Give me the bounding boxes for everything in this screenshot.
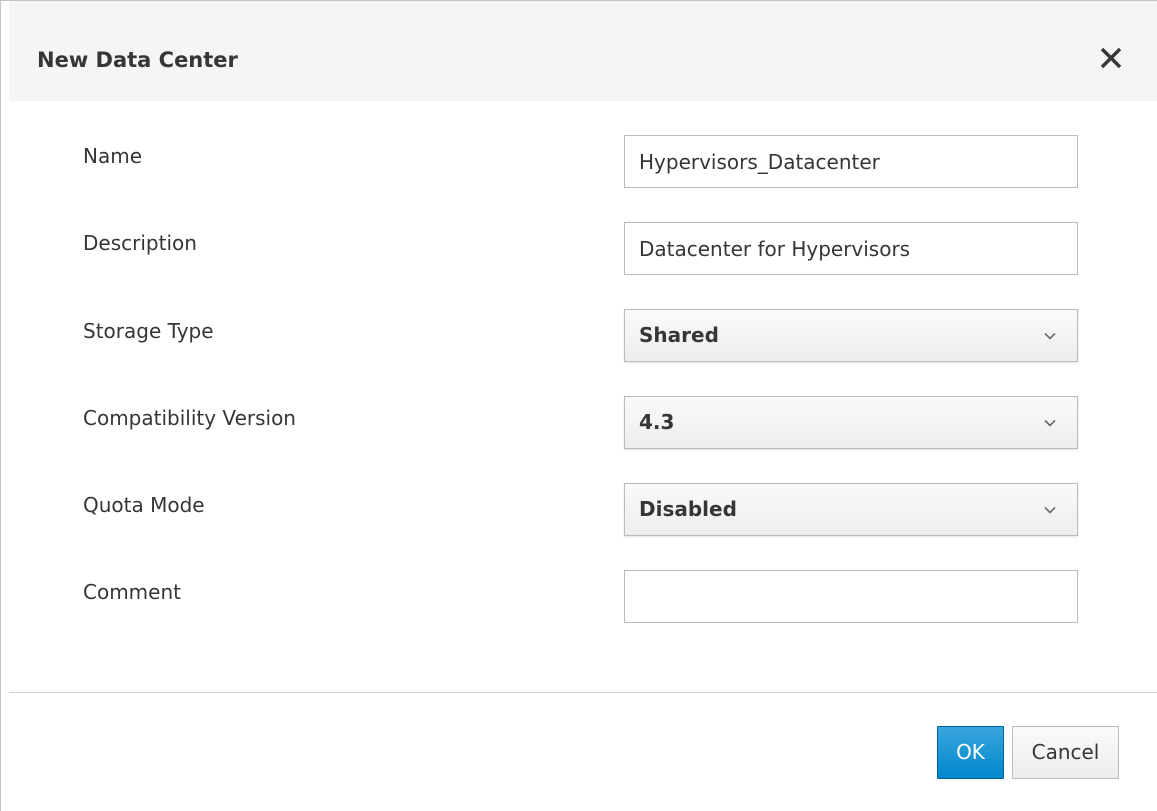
ok-button[interactable]: OK xyxy=(937,726,1004,779)
description-input[interactable] xyxy=(624,222,1078,275)
dialog-title: New Data Center xyxy=(37,48,238,72)
name-label: Name xyxy=(83,144,143,168)
quota-mode-value: Disabled xyxy=(639,497,737,521)
close-icon xyxy=(1100,47,1122,69)
close-button[interactable] xyxy=(1094,41,1128,75)
chevron-down-icon xyxy=(1044,332,1056,340)
compatibility-version-value: 4.3 xyxy=(639,410,675,434)
cancel-button[interactable]: Cancel xyxy=(1012,726,1119,779)
quota-mode-select[interactable]: Disabled xyxy=(624,483,1078,536)
compatibility-version-select[interactable]: 4.3 xyxy=(624,396,1078,449)
footer-divider xyxy=(9,692,1157,693)
storage-type-select[interactable]: Shared xyxy=(624,309,1078,362)
compatibility-version-label: Compatibility Version xyxy=(83,406,296,430)
chevron-down-icon xyxy=(1044,419,1056,427)
storage-type-value: Shared xyxy=(639,323,719,347)
new-data-center-dialog: New Data Center Name Description Storage… xyxy=(0,0,1157,811)
quota-mode-label: Quota Mode xyxy=(83,493,205,517)
storage-type-label: Storage Type xyxy=(83,319,214,343)
dialog-header: New Data Center xyxy=(9,1,1157,101)
comment-input[interactable] xyxy=(624,570,1078,623)
comment-label: Comment xyxy=(83,580,181,604)
name-input[interactable] xyxy=(624,135,1078,188)
chevron-down-icon xyxy=(1044,506,1056,514)
description-label: Description xyxy=(83,231,197,255)
